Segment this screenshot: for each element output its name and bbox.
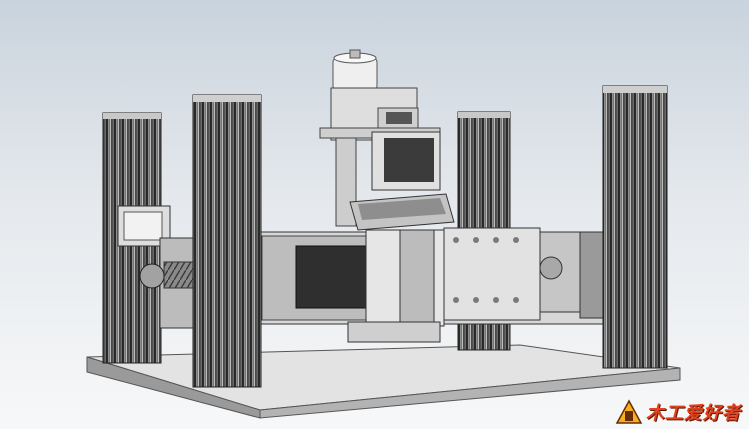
front-right-pillar	[602, 85, 668, 369]
base-plate	[86, 344, 681, 419]
cad-viewport[interactable]: 木工爱好者	[0, 0, 749, 429]
watermark: 木工爱好者	[615, 399, 741, 425]
machine-model	[86, 49, 681, 419]
watermark-text: 木工爱好者	[646, 403, 741, 424]
craft-workshop-logo-icon	[615, 399, 643, 424]
x-axis-gantry	[231, 227, 611, 343]
z-axis-motor-assembly	[319, 49, 455, 231]
front-left-pillar	[192, 94, 262, 388]
